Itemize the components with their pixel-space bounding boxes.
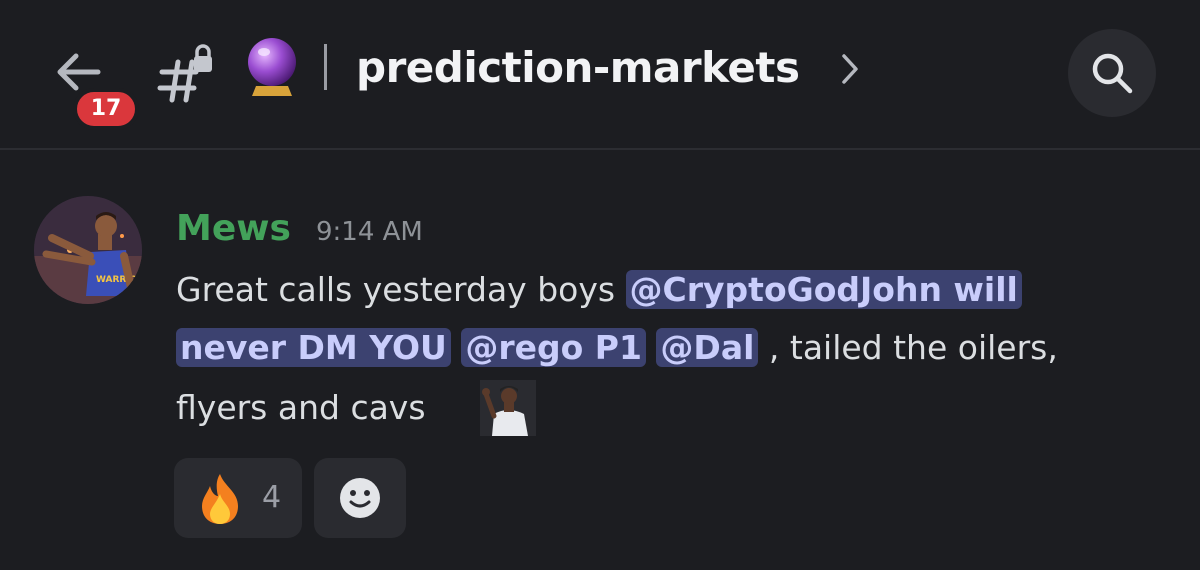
message-text: Great calls yesterday boys xyxy=(176,270,626,309)
smiley-add-icon xyxy=(340,478,380,518)
search-button[interactable] xyxy=(1068,29,1156,117)
unread-badge: 17 xyxy=(73,88,139,130)
custom-emoji-icon xyxy=(480,380,536,436)
message-text: , tailed the oilers, xyxy=(758,328,1058,367)
fire-icon xyxy=(202,474,238,524)
message-timestamp: 9:14 AM xyxy=(316,217,423,247)
header-divider xyxy=(0,148,1200,150)
mention-cryptogodjohn[interactable]: @CryptoGodJohn will xyxy=(625,270,1022,309)
locked-channel-icon xyxy=(157,44,212,103)
avatar[interactable]: WARRIORS xyxy=(34,196,142,304)
message-line-1: Great calls yesterday boys @CryptoGodJoh… xyxy=(176,262,1022,318)
add-reaction-button[interactable] xyxy=(314,458,406,538)
svg-text:WARRIORS: WARRIORS xyxy=(96,275,142,285)
mention-rego[interactable]: @rego P1 xyxy=(461,328,646,367)
chevron-right-icon[interactable] xyxy=(840,52,860,86)
crystal-ball-icon xyxy=(248,38,296,96)
message-text: flyers and cavs xyxy=(176,388,426,427)
message-line-2: never DM YOU @rego P1 @Dal , tailed the … xyxy=(176,320,1058,376)
channel-title[interactable]: prediction-markets xyxy=(356,40,800,96)
title-separator xyxy=(324,44,327,90)
avatar-image: WARRIORS xyxy=(34,196,142,304)
reaction-count: 4 xyxy=(262,480,282,515)
message-line-3: flyers and cavs xyxy=(176,380,426,436)
search-icon xyxy=(1092,53,1133,94)
reaction-fire[interactable]: 4 xyxy=(174,458,302,538)
mention-cryptogodjohn-cont[interactable]: never DM YOU xyxy=(176,328,451,367)
mention-dal[interactable]: @Dal xyxy=(656,328,759,367)
message-author[interactable]: Mews xyxy=(176,206,291,252)
channel-header: 17 prediction-markets xyxy=(0,0,1200,148)
